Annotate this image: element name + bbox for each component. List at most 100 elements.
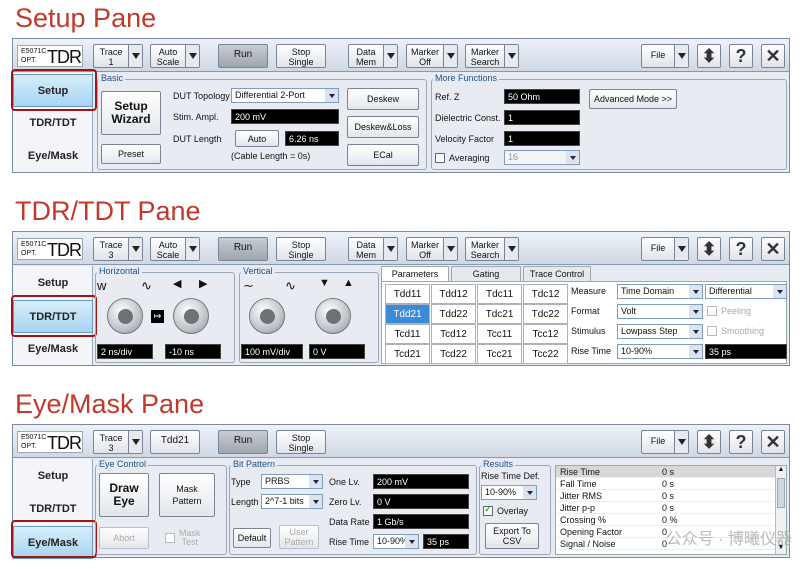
zero-level-field[interactable]: 0 V <box>373 494 469 509</box>
close-button[interactable]: ✕ <box>761 237 785 261</box>
marker-off-button[interactable]: Marker Off <box>406 237 458 261</box>
vertical-offset-knob[interactable] <box>315 298 351 334</box>
setup-wizard-button[interactable]: Setup Wizard <box>101 91 161 135</box>
chevron-down-icon[interactable] <box>185 45 199 67</box>
chevron-down-icon[interactable] <box>185 238 199 260</box>
sidebar-item-eye[interactable]: Eye/Mask <box>13 140 93 173</box>
auto-scale-button[interactable]: Auto Scale <box>150 44 200 68</box>
arrow-right-icon[interactable]: ▶ <box>199 277 207 290</box>
parameter-cell[interactable]: Tdc21 <box>477 304 522 324</box>
chevron-down-icon[interactable] <box>504 45 518 67</box>
trace-select-button[interactable]: Tdd21 <box>150 430 200 454</box>
deskew-loss-button[interactable]: Deskew&Loss <box>347 116 419 138</box>
parameter-cell[interactable]: Tdd22 <box>431 304 476 324</box>
length-select[interactable]: 2^7-1 bits <box>261 494 323 509</box>
tab-parameters[interactable]: Parameters <box>381 266 449 281</box>
chevron-down-icon[interactable] <box>128 45 142 67</box>
arrow-down-icon[interactable]: ▼ <box>319 277 330 289</box>
horizontal-offset-knob[interactable] <box>173 298 209 334</box>
chevron-down-icon[interactable] <box>674 238 688 260</box>
sidebar-item-setup[interactable]: Setup <box>13 460 93 493</box>
run-button[interactable]: Run <box>218 237 268 261</box>
parameter-cell[interactable]: Tcd21 <box>385 344 430 364</box>
trace-button[interactable]: Trace 3 <box>93 430 143 454</box>
marker-search-button[interactable]: Marker Search <box>465 237 519 261</box>
help-button[interactable]: ? <box>729 237 753 261</box>
parameter-cell[interactable]: Tdd21 <box>385 304 430 324</box>
help-button[interactable]: ? <box>729 44 753 68</box>
file-button[interactable]: File <box>641 430 689 454</box>
measure2-select[interactable]: Differential <box>705 284 787 299</box>
overlay-checkbox[interactable] <box>483 504 493 516</box>
stop-single-button[interactable]: Stop Single <box>276 44 326 68</box>
h-scale-field[interactable]: 2 ns/div <box>97 344 153 359</box>
run-button[interactable]: Run <box>218 430 268 454</box>
v-offset-field[interactable]: 0 V <box>309 344 365 359</box>
chevron-down-icon[interactable] <box>443 45 457 67</box>
vertical-scale-knob[interactable] <box>249 298 285 334</box>
type-select[interactable]: PRBS <box>261 474 323 489</box>
file-button[interactable]: File <box>641 237 689 261</box>
export-csv-button[interactable]: Export To CSV <box>485 523 539 549</box>
stop-single-button[interactable]: Stop Single <box>276 430 326 454</box>
parameter-cell[interactable]: Tdc11 <box>477 284 522 304</box>
parameter-cell[interactable]: Tcc21 <box>477 344 522 364</box>
tab-gating[interactable]: Gating <box>451 266 521 281</box>
rise-time-def-select[interactable]: 10-90% <box>481 485 537 500</box>
parameter-cell[interactable]: Tcc11 <box>477 324 522 344</box>
rise-time-select[interactable]: 10-90% <box>617 344 703 359</box>
link-icon[interactable]: ↦ <box>151 310 164 323</box>
trace-button[interactable]: Trace 3 <box>93 237 143 261</box>
draw-eye-button[interactable]: Draw Eye <box>99 473 149 517</box>
resize-icon[interactable]: ⬍ <box>697 44 721 68</box>
scroll-thumb[interactable] <box>777 478 785 508</box>
parameter-cell[interactable]: Tcc12 <box>523 324 568 344</box>
file-button[interactable]: File <box>641 44 689 68</box>
help-button[interactable]: ? <box>729 430 753 454</box>
v-scale-field[interactable]: 100 mV/div <box>241 344 303 359</box>
h-offset-field[interactable]: -10 ns <box>165 344 221 359</box>
ecal-button[interactable]: ECal <box>347 144 419 166</box>
run-button[interactable]: Run <box>218 44 268 68</box>
mask-pattern-button[interactable]: Mask Pattern <box>159 473 215 517</box>
parameter-cell[interactable]: Tdc22 <box>523 304 568 324</box>
default-button[interactable]: Default <box>233 528 271 548</box>
auto-button[interactable]: Auto <box>235 130 279 147</box>
arrow-left-icon[interactable]: ◀ <box>173 277 181 290</box>
stimulus-select[interactable]: Lowpass Step <box>617 324 703 339</box>
marker-search-button[interactable]: Marker Search <box>465 44 519 68</box>
data-rate-field[interactable]: 1 Gb/s <box>373 514 469 529</box>
chevron-down-icon[interactable] <box>443 238 457 260</box>
rise-time-field[interactable]: 35 ps <box>705 344 787 359</box>
averaging-checkbox[interactable] <box>435 153 445 163</box>
measure-select[interactable]: Time Domain <box>617 284 703 299</box>
dut-topology-select[interactable]: Differential 2-Port <box>231 88 339 103</box>
parameter-cell[interactable]: Tdd11 <box>385 284 430 304</box>
close-button[interactable]: ✕ <box>761 44 785 68</box>
sidebar-item-eye[interactable]: Eye/Mask <box>13 333 93 366</box>
rise-time-select[interactable]: 10-90% <box>373 534 419 549</box>
parameter-cell[interactable]: Tdc12 <box>523 284 568 304</box>
advanced-mode-button[interactable]: Advanced Mode >> <box>589 89 677 109</box>
chevron-down-icon[interactable] <box>383 45 397 67</box>
stop-single-button[interactable]: Stop Single <box>276 237 326 261</box>
chevron-down-icon[interactable] <box>674 431 688 453</box>
close-button[interactable]: ✕ <box>761 430 785 454</box>
tab-trace-control[interactable]: Trace Control <box>523 266 591 281</box>
auto-scale-button[interactable]: Auto Scale <box>150 237 200 261</box>
chevron-down-icon[interactable] <box>128 238 142 260</box>
chevron-down-icon[interactable] <box>128 431 142 453</box>
parameter-cell[interactable]: Tdd12 <box>431 284 476 304</box>
chevron-down-icon[interactable] <box>504 238 518 260</box>
velocity-field[interactable]: 1 <box>504 131 580 146</box>
preset-button[interactable]: Preset <box>101 144 161 164</box>
rise-time-field[interactable]: 35 ps <box>423 534 469 549</box>
chevron-down-icon[interactable] <box>674 45 688 67</box>
horizontal-scale-knob[interactable] <box>107 298 143 334</box>
parameter-cell[interactable]: Tcc22 <box>523 344 568 364</box>
deskew-button[interactable]: Deskew <box>347 88 419 110</box>
scroll-up-icon[interactable]: ▲ <box>776 466 786 476</box>
resize-icon[interactable]: ⬍ <box>697 430 721 454</box>
format-select[interactable]: Volt <box>617 304 703 319</box>
marker-off-button[interactable]: Marker Off <box>406 44 458 68</box>
